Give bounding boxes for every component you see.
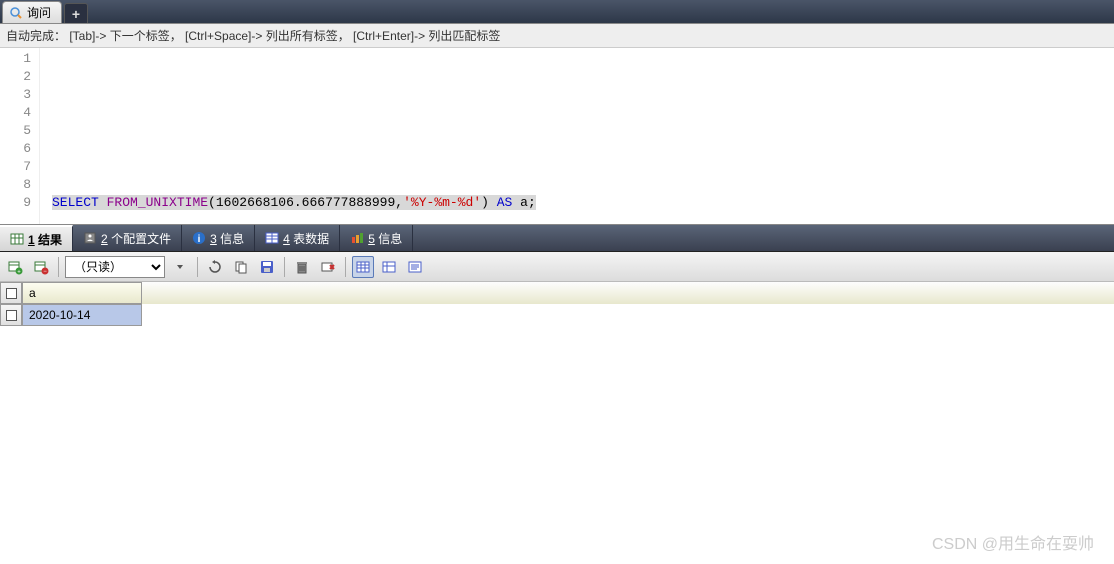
svg-text:+: +	[17, 269, 21, 275]
sql-string: '%Y-%m-%d'	[403, 195, 481, 210]
tab-info2[interactable]: 5 信息	[340, 225, 413, 251]
copy-button[interactable]	[230, 256, 252, 278]
line-number: 5	[0, 122, 31, 140]
text-view-button[interactable]	[404, 256, 426, 278]
save-button[interactable]	[256, 256, 278, 278]
tab-info[interactable]: i 3 信息	[182, 225, 255, 251]
tab-title: 询问	[27, 4, 51, 21]
new-tab-button[interactable]: +	[64, 3, 88, 23]
watermark: CSDN @用生命在耍帅	[932, 530, 1094, 554]
history-icon	[350, 231, 364, 245]
line-number: 1	[0, 50, 31, 68]
add-row-button[interactable]: +	[4, 256, 26, 278]
table-icon	[10, 232, 24, 246]
line-gutter: 1 2 3 4 5 6 7 8 9	[0, 48, 40, 224]
separator	[197, 257, 198, 277]
line-number: 4	[0, 104, 31, 122]
grid-header-row: a	[0, 282, 1114, 304]
sql-function: FROM_UNIXTIME	[107, 195, 208, 210]
dropdown-icon[interactable]	[169, 256, 191, 278]
line-number: 3	[0, 86, 31, 104]
svg-text:i: i	[198, 234, 201, 245]
grid-view-button[interactable]	[352, 256, 374, 278]
autocomplete-hint: 自动完成： [Tab]-> 下一个标签， [Ctrl+Space]-> 列出所有…	[0, 24, 1114, 48]
profile-icon	[83, 231, 97, 245]
tab-tabledata[interactable]: 4 表数据	[255, 225, 340, 251]
result-toolbar: + − （只读）	[0, 252, 1114, 282]
row-selector[interactable]	[0, 304, 22, 326]
line-number: 2	[0, 68, 31, 86]
column-header[interactable]: a	[22, 282, 142, 304]
query-icon	[9, 6, 23, 20]
line-number: 8	[0, 176, 31, 194]
grid-corner[interactable]	[0, 282, 22, 304]
result-tab-bar: 1 结果 2 个配置文件 i 3 信息 4 表数据 5 信息	[0, 224, 1114, 252]
query-tab[interactable]: 询问	[2, 1, 62, 23]
line-number: 9	[0, 194, 31, 212]
separator	[58, 257, 59, 277]
grid-icon	[265, 231, 279, 245]
form-view-button[interactable]	[378, 256, 400, 278]
code-area[interactable]: SELECT FROM_UNIXTIME(1602668106.66677788…	[40, 48, 536, 224]
separator	[345, 257, 346, 277]
separator	[284, 257, 285, 277]
tab-bar: 询问 +	[0, 0, 1114, 24]
sql-keyword: SELECT	[52, 195, 99, 210]
remove-row-button[interactable]: −	[30, 256, 52, 278]
sql-keyword: AS	[497, 195, 513, 210]
result-grid: a 2020-10-14	[0, 282, 1114, 326]
line-number: 6	[0, 140, 31, 158]
line-number: 7	[0, 158, 31, 176]
svg-text:−: −	[43, 269, 47, 275]
cell-value[interactable]: 2020-10-14	[22, 304, 142, 326]
tab-result[interactable]: 1 结果	[0, 225, 73, 251]
select-all-checkbox[interactable]	[6, 288, 17, 299]
info-icon: i	[192, 231, 206, 245]
sql-editor[interactable]: 1 2 3 4 5 6 7 8 9 SELECT FROM_UNIXTIME(1…	[0, 48, 1114, 224]
row-checkbox[interactable]	[6, 310, 17, 321]
tab-profiles[interactable]: 2 个配置文件	[73, 225, 182, 251]
cancel-button[interactable]	[317, 256, 339, 278]
refresh-button[interactable]	[204, 256, 226, 278]
sql-identifier: a	[520, 195, 528, 210]
edit-mode-select[interactable]: （只读）	[65, 256, 165, 278]
sql-number: 1602668106.666777888999	[216, 195, 395, 210]
delete-button[interactable]	[291, 256, 313, 278]
grid-data-row[interactable]: 2020-10-14	[0, 304, 1114, 326]
